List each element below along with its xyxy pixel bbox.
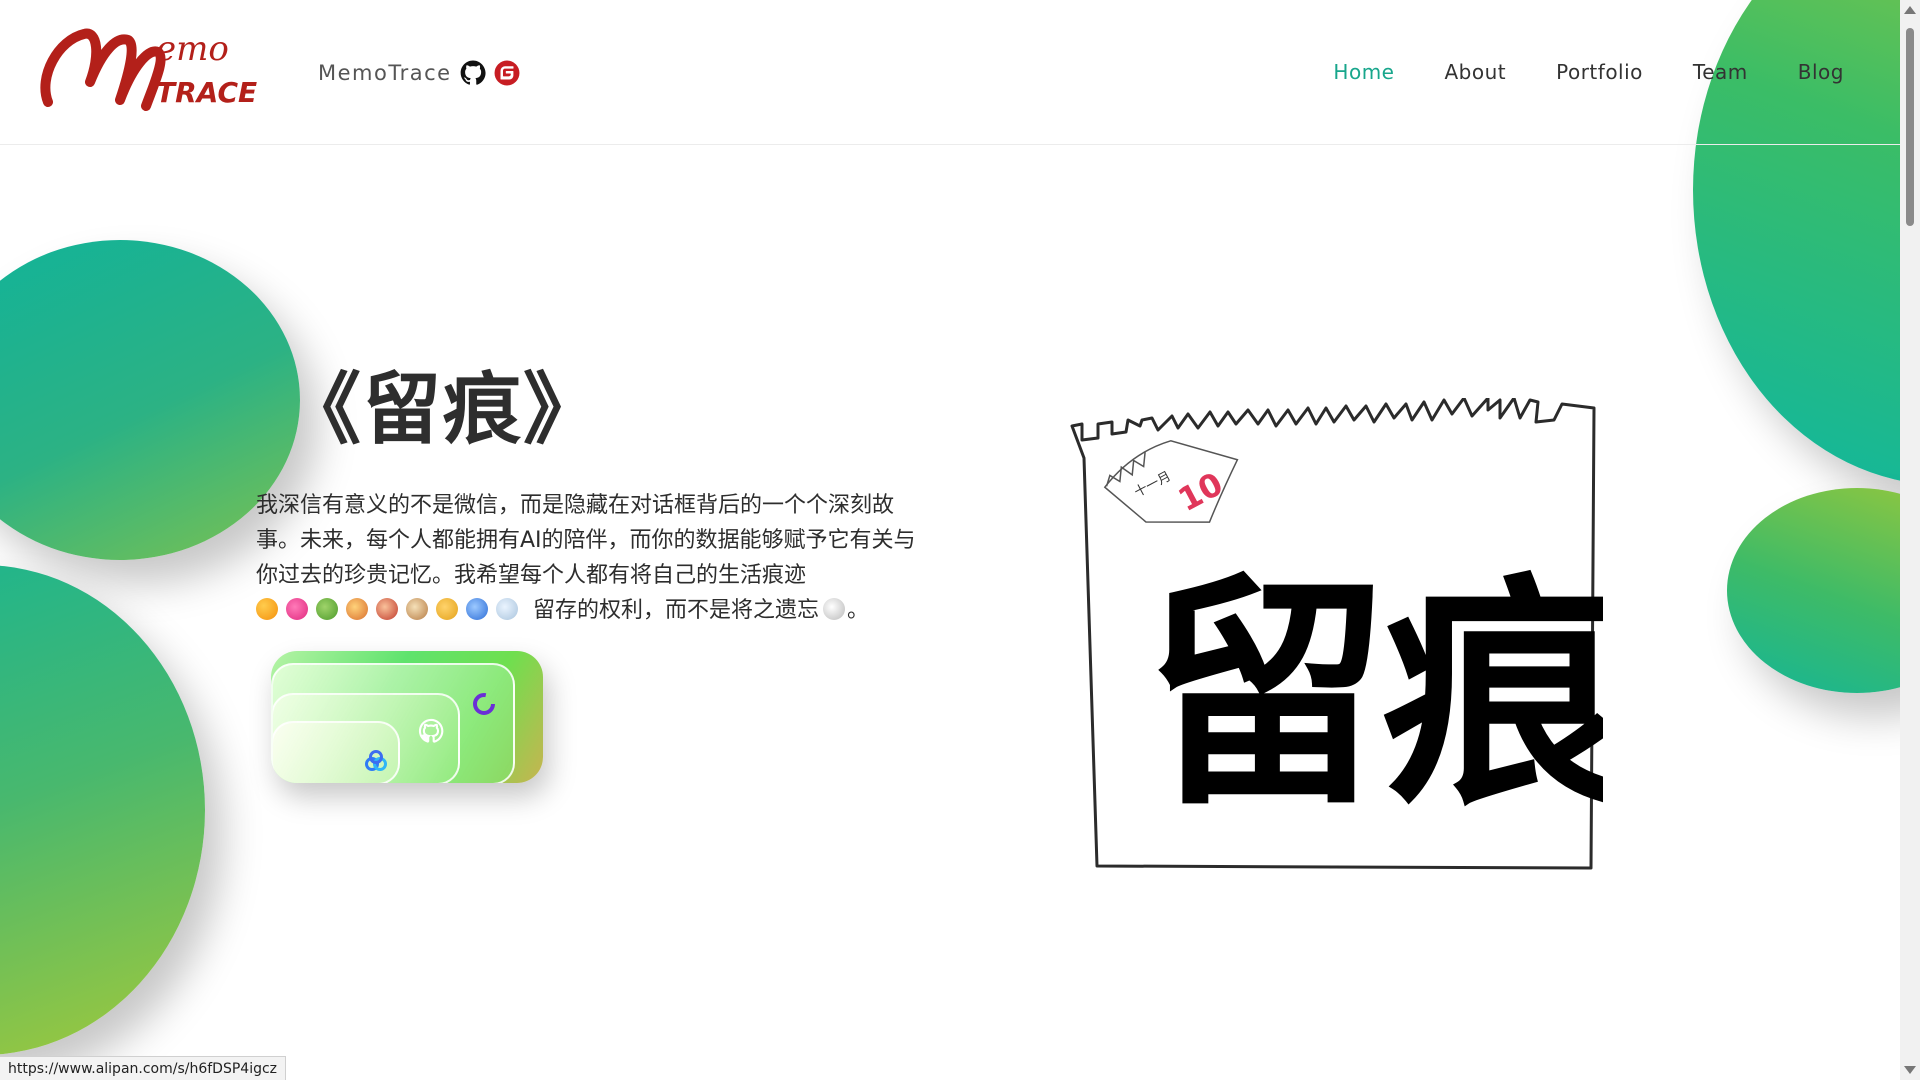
nav-item-portfolio[interactable]: Portfolio bbox=[1556, 60, 1643, 84]
bed-emoji bbox=[466, 598, 488, 620]
brand-area: MemoTrace bbox=[318, 53, 520, 93]
scroll-up-arrow-icon[interactable] bbox=[1904, 6, 1916, 14]
baidu-netdisk-icon[interactable] bbox=[362, 747, 390, 775]
hero-title: 《留痕》 bbox=[283, 365, 604, 455]
decorative-circle-right-mid bbox=[1727, 488, 1920, 693]
hero-description-end: 。 bbox=[847, 598, 870, 623]
hero-description-tail: 留存的权利，而不是将之遗忘 bbox=[533, 598, 820, 623]
memotrace-logo[interactable]: emo TRACE bbox=[36, 22, 264, 114]
brand-name: MemoTrace bbox=[318, 61, 452, 85]
memotrace-logo-graphic: emo TRACE bbox=[40, 28, 257, 111]
sync-icon[interactable] bbox=[470, 690, 498, 718]
dancer-emoji bbox=[436, 598, 458, 620]
scrollbar-thumb[interactable] bbox=[1906, 28, 1914, 226]
people-holding-hands-emoji bbox=[256, 598, 278, 620]
page: emo TRACE MemoTrace Home About Portfolio bbox=[0, 0, 1920, 1080]
lifestyle-emoji-row bbox=[256, 598, 533, 623]
memotrace-illustration: 十一月 10 留痕 bbox=[1068, 396, 1634, 876]
illustration-big-text: 留痕 bbox=[1145, 554, 1603, 838]
nav-item-about[interactable]: About bbox=[1444, 60, 1506, 84]
gitee-icon[interactable] bbox=[494, 60, 520, 86]
salad-emoji bbox=[316, 598, 338, 620]
github-icon[interactable] bbox=[417, 717, 445, 745]
page-scrollbar[interactable] bbox=[1900, 0, 1920, 1080]
main-nav: Home About Portfolio Team Blog bbox=[1333, 52, 1844, 92]
hero-description: 我深信有意义的不是微信，而是隐藏在对话框背后的一个个深刻故事。未来，每个人都能拥… bbox=[256, 488, 921, 628]
hero-description-main: 我深信有意义的不是微信，而是隐藏在对话框背后的一个个深刻故事。未来，每个人都能拥… bbox=[256, 493, 916, 588]
bubble-tea-emoji bbox=[406, 598, 428, 620]
nav-item-team[interactable]: Team bbox=[1693, 60, 1748, 84]
decorative-circle-left-top bbox=[0, 240, 300, 560]
svg-text:emo: emo bbox=[156, 29, 229, 69]
decorative-circle-left-bottom bbox=[0, 565, 205, 1055]
github-icon[interactable] bbox=[460, 60, 486, 86]
status-bar-url: https://www.alipan.com/s/h6fDSP4igcz bbox=[0, 1056, 287, 1080]
nav-item-blog[interactable]: Blog bbox=[1798, 60, 1844, 84]
house-emoji bbox=[346, 598, 368, 620]
skull-emoji bbox=[823, 598, 846, 620]
t-shirt-emoji bbox=[286, 598, 308, 620]
scroll-down-arrow-icon[interactable] bbox=[1904, 1066, 1916, 1074]
app-download-card[interactable] bbox=[271, 651, 543, 783]
cyclist-emoji bbox=[376, 598, 398, 620]
site-header: emo TRACE MemoTrace Home About Portfolio bbox=[0, 0, 1900, 145]
svg-text:TRACE: TRACE bbox=[156, 76, 257, 109]
bathtub-emoji bbox=[496, 598, 518, 620]
nav-item-home[interactable]: Home bbox=[1333, 60, 1394, 84]
